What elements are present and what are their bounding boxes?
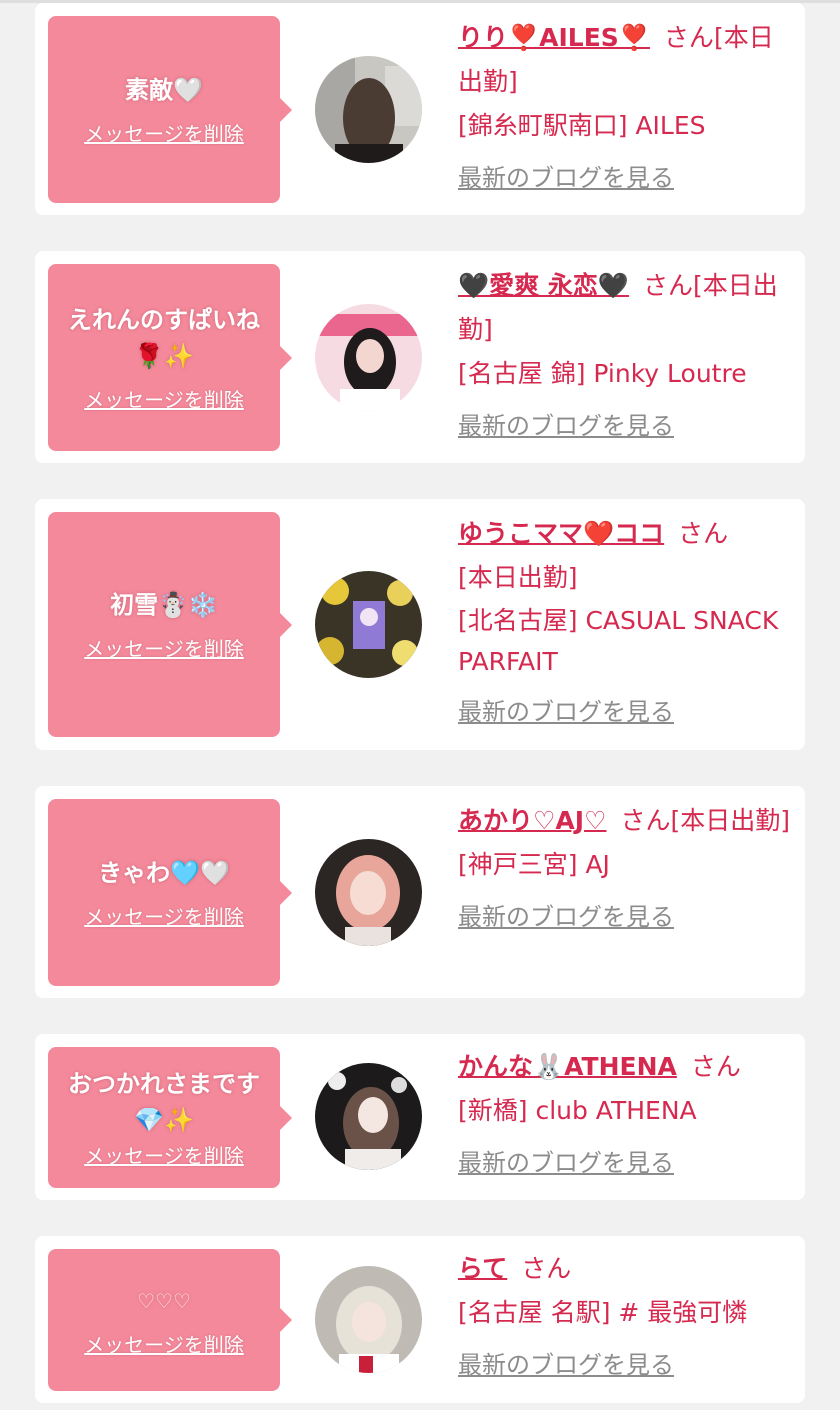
message-text: 初雪☃️❄️ [110, 591, 218, 619]
blog-link[interactable]: 最新のブログを見る [458, 156, 674, 200]
delete-message-link[interactable]: メッセージを削除 [84, 901, 244, 930]
avatar[interactable] [315, 1063, 422, 1170]
blog-link[interactable]: 最新のブログを見る [458, 1141, 674, 1185]
message-card: おつかれさまです💎✨ メッセージを削除 かんな🐰ATHENA さん [新橋] cl… [35, 1034, 805, 1200]
shop-text: [新橋] club ATHENA [458, 1096, 697, 1125]
cast-info: りり❣️AILES❣️ さん[本日出勤] [錦糸町駅南口] AILES 最新のブロ… [458, 16, 798, 200]
status-text: [本日出勤] [458, 563, 578, 592]
avatar-photo-image [315, 839, 422, 946]
cast-name-link[interactable]: かんな🐰ATHENA [458, 1052, 677, 1081]
avatar[interactable] [315, 1266, 422, 1373]
blog-link[interactable]: 最新のブログを見る [458, 404, 674, 448]
avatar[interactable] [315, 839, 422, 946]
cast-info: ゆうこママ❤️ココ さん [本日出勤] [北名古屋] CASUAL SNACK P… [458, 512, 798, 734]
shop-text: [錦糸町駅南口] AILES [458, 111, 706, 140]
shop-text: [名古屋 錦] Pinky Loutre [458, 359, 747, 388]
message-bubble: きゃわ🩵🤍 メッセージを削除 [48, 799, 292, 986]
avatar-photo-image [315, 56, 422, 163]
honorific: さん [678, 519, 729, 548]
delete-message-link[interactable]: メッセージを削除 [84, 633, 244, 662]
delete-message-link[interactable]: メッセージを削除 [84, 118, 244, 147]
cast-name-link[interactable]: 🖤愛爽 永恋🖤 [458, 271, 629, 300]
blog-link[interactable]: 最新のブログを見る [458, 895, 674, 939]
status-text: [本日出勤] [670, 806, 791, 835]
cast-info: あかり♡AJ♡ さん[本日出勤] [神戸三宮] AJ 最新のブログを見る [458, 799, 798, 939]
message-text: ♡♡♡ [137, 1288, 191, 1313]
message-bubble: ♡♡♡ メッセージを削除 [48, 1249, 292, 1391]
shop-text: [神戸三宮] AJ [458, 850, 610, 879]
blog-link[interactable]: 最新のブログを見る [458, 690, 674, 734]
message-card: 初雪☃️❄️ メッセージを削除 ゆうこママ❤️ココ さん [本日出勤] [北名古屋… [35, 499, 805, 750]
message-text: おつかれさまです💎✨ [68, 1070, 260, 1134]
avatar-photo-image [315, 1266, 422, 1373]
avatar-photo-image [315, 1063, 422, 1170]
message-card: えれんのすぱいね🌹✨ メッセージを削除 🖤愛爽 永恋🖤 さん[本日出勤] [名古屋… [35, 251, 805, 463]
avatar-photo-image [315, 304, 422, 411]
honorific: さん [690, 1052, 741, 1081]
avatar[interactable] [315, 571, 422, 678]
cast-name-link[interactable]: ゆうこママ❤️ココ [458, 519, 664, 548]
avatar[interactable] [315, 304, 422, 411]
honorific: さん [663, 23, 714, 52]
cast-name-link[interactable]: りり❣️AILES❣️ [458, 23, 650, 52]
avatar[interactable] [315, 56, 422, 163]
cast-name-link[interactable]: あかり♡AJ♡ [458, 806, 606, 835]
honorific: さん [521, 1254, 572, 1283]
message-card: きゃわ🩵🤍 メッセージを削除 あかり♡AJ♡ さん[本日出勤] [神戸三宮] AJ… [35, 786, 805, 998]
honorific: さん [642, 271, 693, 300]
message-bubble: 素敵🤍 メッセージを削除 [48, 16, 292, 203]
blog-link[interactable]: 最新のブログを見る [458, 1343, 674, 1387]
avatar-photo-image [315, 571, 422, 678]
message-card: ♡♡♡ メッセージを削除 らて さん [名古屋 名駅] # 最強可憐 最新のブログ… [35, 1236, 805, 1403]
message-card: 素敵🤍 メッセージを削除 りり❣️AILES❣️ さん[本日出勤] [錦糸町駅南口… [35, 3, 805, 215]
delete-message-link[interactable]: メッセージを削除 [84, 1329, 244, 1358]
message-text: えれんのすぱいね🌹✨ [68, 306, 260, 370]
cast-info: かんな🐰ATHENA さん [新橋] club ATHENA 最新のブログを見る [458, 1045, 798, 1185]
delete-message-link[interactable]: メッセージを削除 [84, 384, 244, 413]
cast-info: 🖤愛爽 永恋🖤 さん[本日出勤] [名古屋 錦] Pinky Loutre 最新の… [458, 264, 798, 448]
message-text: きゃわ🩵🤍 [98, 859, 230, 887]
honorific: さん [620, 806, 671, 835]
delete-message-link[interactable]: メッセージを削除 [84, 1140, 244, 1169]
message-bubble: 初雪☃️❄️ メッセージを削除 [48, 512, 292, 737]
shop-text: [名古屋 名駅] # 最強可憐 [458, 1298, 748, 1327]
message-text: 素敵🤍 [125, 76, 203, 104]
cast-info: らて さん [名古屋 名駅] # 最強可憐 最新のブログを見る [458, 1247, 798, 1387]
message-bubble: おつかれさまです💎✨ メッセージを削除 [48, 1047, 292, 1188]
message-bubble: えれんのすぱいね🌹✨ メッセージを削除 [48, 264, 292, 451]
shop-text: [北名古屋] CASUAL SNACK PARFAIT [458, 606, 779, 676]
cast-name-link[interactable]: らて [458, 1254, 507, 1283]
